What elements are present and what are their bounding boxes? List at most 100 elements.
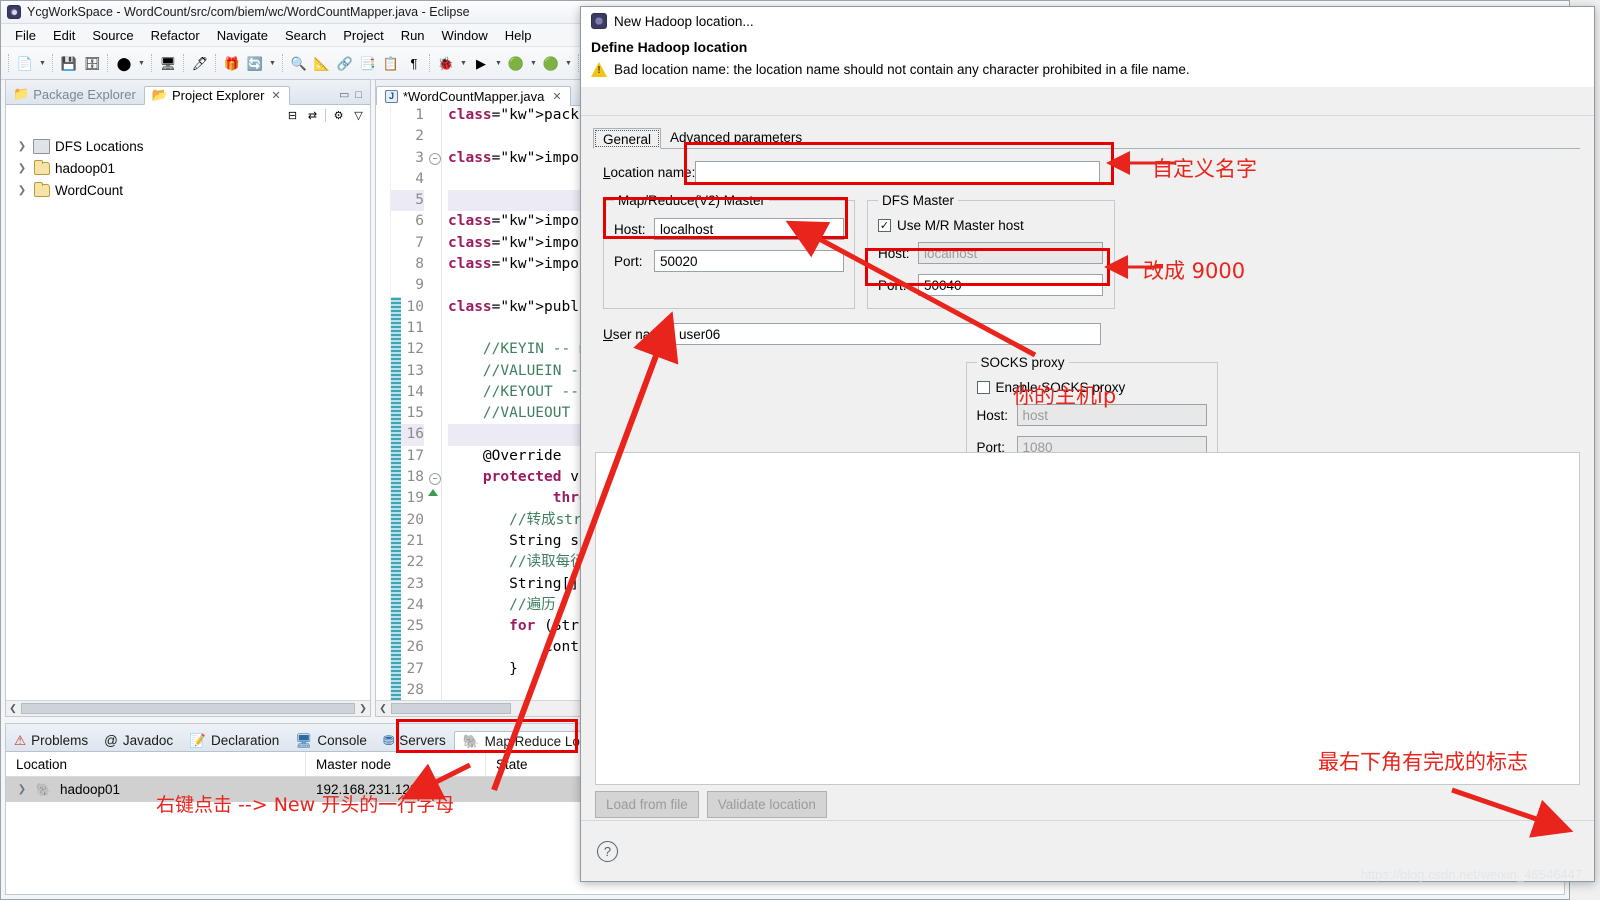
menu-edit[interactable]: Edit <box>45 26 83 45</box>
chevron-right-icon[interactable]: ❯ <box>16 141 28 152</box>
tab-label: Problems <box>31 733 89 748</box>
console-screen-icon[interactable]: 🖥 <box>157 52 179 74</box>
scrollbar-thumb[interactable] <box>391 703 511 714</box>
tree-item-label: WordCount <box>55 182 124 198</box>
tree-item-label: hadoop01 <box>55 160 116 176</box>
dfs-port-input[interactable] <box>918 274 1103 296</box>
search-balloon-icon[interactable]: 🔍 <box>288 52 310 74</box>
run-icon[interactable]: ▶ <box>470 52 492 74</box>
maximize-icon[interactable]: □ <box>355 89 362 101</box>
explorer-horizontal-scrollbar[interactable]: ❮ ❯ <box>6 700 370 716</box>
pen-icon[interactable]: 🖊 <box>189 52 211 74</box>
elephant-icon: 🐘 <box>462 733 480 749</box>
tab-general[interactable]: General <box>593 128 662 149</box>
close-icon[interactable]: ✕ <box>552 90 561 103</box>
coverage-icon[interactable]: 🟢 <box>540 52 562 74</box>
tab-javadoc[interactable]: @ Javadoc <box>96 730 181 751</box>
new-file-icon[interactable]: 📄 <box>14 52 36 74</box>
open-type-icon[interactable]: 📑 <box>357 52 379 74</box>
tree-item-hadoop01[interactable]: ❯ hadoop01 <box>12 157 370 179</box>
line-number: 1 <box>415 107 424 123</box>
menu-run[interactable]: Run <box>393 26 433 45</box>
project-explorer-icon: 📂 <box>151 87 168 102</box>
mr-host-input[interactable] <box>654 218 844 240</box>
collapse-all-icon[interactable]: ⊟ <box>285 108 300 123</box>
package-explorer-icon: 📁 <box>13 86 30 101</box>
refresh-icon[interactable]: 🔄 <box>244 52 266 74</box>
dfs-port-label: Port: <box>878 277 907 293</box>
menu-window[interactable]: Window <box>434 26 496 45</box>
user-name-input[interactable] <box>673 323 1101 345</box>
menu-file[interactable]: File <box>7 26 44 45</box>
dfs-locations-icon <box>33 138 50 154</box>
tab-servers[interactable]: ⛃ Servers <box>375 730 454 751</box>
open-task-icon[interactable]: 📋 <box>380 52 402 74</box>
scrollbar-thumb[interactable] <box>21 703 355 714</box>
menu-navigate[interactable]: Navigate <box>209 26 276 45</box>
tab-console[interactable]: 🖥 Console <box>287 730 375 751</box>
mr-port-input[interactable] <box>654 250 844 272</box>
paragraph-icon[interactable]: ¶ <box>403 52 425 74</box>
column-header-location[interactable]: Location <box>6 752 306 776</box>
person-icon[interactable]: ⬤ <box>113 52 135 74</box>
menu-project[interactable]: Project <box>335 26 391 45</box>
tab-project-explorer[interactable]: 📂 Project Explorer ✕ <box>143 86 290 105</box>
tab-advanced-parameters[interactable]: Advanced parameters <box>661 127 811 148</box>
debug-icon[interactable]: 🐞 <box>435 52 457 74</box>
run-config-icon[interactable]: 🟢 <box>505 52 527 74</box>
scroll-left-icon[interactable]: ❮ <box>6 703 20 714</box>
tree-item-dfs-locations[interactable]: ❯ DFS Locations <box>12 135 370 157</box>
run-dropdown-icon[interactable]: ▼ <box>493 52 504 74</box>
menu-help[interactable]: Help <box>497 26 540 45</box>
chevron-right-icon[interactable]: ❯ <box>16 784 28 795</box>
minimize-icon[interactable]: ▭ <box>339 88 349 101</box>
close-icon[interactable]: ✕ <box>271 89 280 102</box>
java-file-icon: J <box>385 89 398 103</box>
tab-package-explorer[interactable]: 📁 Package Explorer <box>6 85 144 104</box>
person-dropdown-icon[interactable]: ▼ <box>136 52 147 74</box>
line-number: 3 <box>415 149 424 166</box>
line-number: 8 <box>415 256 424 273</box>
new-dropdown-icon[interactable]: ▼ <box>37 52 48 74</box>
view-menu-icon[interactable]: ▽ <box>351 108 366 123</box>
use-mr-master-host-checkbox-row[interactable]: ✓ Use M/R Master host <box>878 218 1104 233</box>
load-from-file-button[interactable]: Load from file <box>595 790 699 818</box>
link-icon[interactable]: 🔗 <box>334 52 356 74</box>
menu-refactor[interactable]: Refactor <box>143 26 208 45</box>
chevron-right-icon[interactable]: ❯ <box>16 185 28 196</box>
servers-icon: ⛃ <box>382 732 395 748</box>
line-number-gutter: 1 2 3 4 5 6 7 8 9 10 11 12 13 14 15 16 17 18 19 20 21 22 23 24 2… <box>391 105 427 700</box>
menu-search[interactable]: Search <box>277 26 334 45</box>
save-all-icon[interactable]: 🗄 <box>81 52 103 74</box>
refresh-dropdown-icon[interactable]: ▼ <box>267 52 278 74</box>
explorer-tabstrip: 📁 Package Explorer 📂 Project Explorer ✕ … <box>6 80 370 105</box>
use-mr-master-host-checkbox[interactable]: ✓ <box>878 219 891 232</box>
tree-item-wordcount[interactable]: ❯ WordCount <box>12 179 370 201</box>
dialog-titlebar: New Hadoop location... <box>581 7 1594 35</box>
chevron-right-icon[interactable]: ❯ <box>16 163 28 174</box>
view-menu-filter-icon[interactable]: ⚙ <box>331 108 346 123</box>
marker-icon[interactable]: 📐 <box>311 52 333 74</box>
help-icon[interactable]: ? <box>597 840 618 862</box>
menu-source[interactable]: Source <box>84 26 141 45</box>
validate-location-button[interactable]: Validate location <box>706 790 827 818</box>
coverage-dropdown-icon[interactable]: ▼ <box>563 52 574 74</box>
mr-port-row: Port: <box>614 250 844 272</box>
scroll-left-icon[interactable]: ❮ <box>376 703 390 714</box>
tab-declaration[interactable]: 📝 Declaration <box>181 730 287 751</box>
location-name-input[interactable] <box>695 161 1100 183</box>
folding-column[interactable]: − − <box>427 105 442 700</box>
enable-socks-proxy-checkbox[interactable] <box>976 381 990 394</box>
link-with-editor-icon[interactable]: ⇄ <box>305 108 320 123</box>
tab-problems[interactable]: ⚠ Problems <box>6 730 96 751</box>
tab-wordcountmapper-java[interactable]: J *WordCountMapper.java ✕ <box>376 86 571 106</box>
new-package-icon[interactable]: 🎁 <box>221 52 243 74</box>
save-icon[interactable]: 💾 <box>58 52 80 74</box>
location-name-label: Location name: <box>603 164 696 180</box>
toolbar-separator <box>151 54 153 72</box>
run-config-dropdown-icon[interactable]: ▼ <box>528 52 539 74</box>
mr-master-legend: Map/Reduce(V2) Master <box>618 193 766 208</box>
scroll-right-icon[interactable]: ❯ <box>356 703 370 714</box>
column-header-master-node[interactable]: Master node <box>306 752 486 776</box>
debug-dropdown-icon[interactable]: ▼ <box>458 52 469 74</box>
